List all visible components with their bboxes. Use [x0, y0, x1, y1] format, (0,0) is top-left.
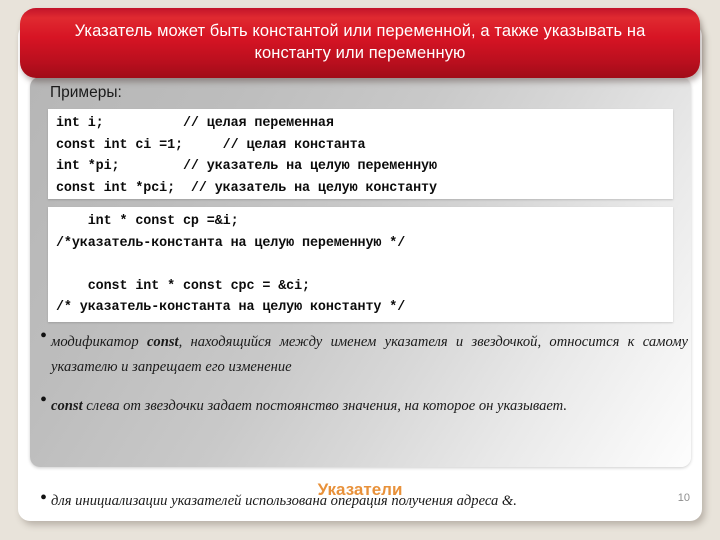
examples-label: Примеры:: [50, 84, 122, 101]
slide-title: Указатель может быть константой или пере…: [74, 22, 646, 62]
code-line: int i; // целая переменная: [56, 116, 334, 131]
code-line: const int * const cpc = &ci;: [56, 278, 310, 294]
list-item-keyword: const: [146, 334, 179, 350]
list-item-suffix: для инициализации указателей использован…: [51, 493, 517, 509]
list-item-prefix: модификатор: [51, 334, 147, 350]
code-line: int *pi; // указатель на целую переменну…: [56, 159, 437, 174]
bullet-dot-icon: •: [40, 325, 48, 347]
content-panel: Примеры: int i; // целая переменная cons…: [30, 77, 691, 467]
list-item-text: модификатор const, находящийся между име…: [51, 330, 688, 380]
presentation-slide: Указатель может быть константой или пере…: [0, 0, 720, 540]
list-item-keyword: const: [51, 398, 83, 414]
slide-title-banner: Указатель может быть константой или пере…: [20, 8, 700, 78]
list-item: • модификатор const, находящийся между и…: [40, 325, 688, 380]
code-line: const int *pci; // указатель на целую ко…: [56, 180, 437, 196]
slide-number: 10: [677, 492, 690, 504]
code-line: const int ci =1; // целая константа: [56, 137, 366, 153]
code-block-declarations: int i; // целая переменная const int ci …: [48, 109, 673, 199]
list-item: • для инициализации указателей использов…: [40, 487, 640, 510]
list-item: • const слева от звездочки задает постоя…: [40, 389, 688, 419]
code-line: int * const cp =&i;: [56, 214, 239, 229]
list-item-text: для инициализации указателей использован…: [51, 492, 640, 510]
bullet-list: • модификатор const, находящийся между и…: [40, 325, 688, 427]
bullet-dot-icon: •: [40, 389, 48, 411]
code-block-const-pointers: int * const cp =&i; /*указатель-констант…: [48, 207, 673, 322]
list-item-text: const слева от звездочки задает постоянс…: [51, 394, 688, 419]
list-item-suffix: слева от звездочки задает постоянство зн…: [82, 398, 568, 414]
code-line: /* указатель-константа на целую констант…: [56, 300, 406, 315]
code-line: /*указатель-константа на целую переменну…: [56, 235, 406, 251]
bullet-dot-icon: •: [40, 487, 48, 509]
